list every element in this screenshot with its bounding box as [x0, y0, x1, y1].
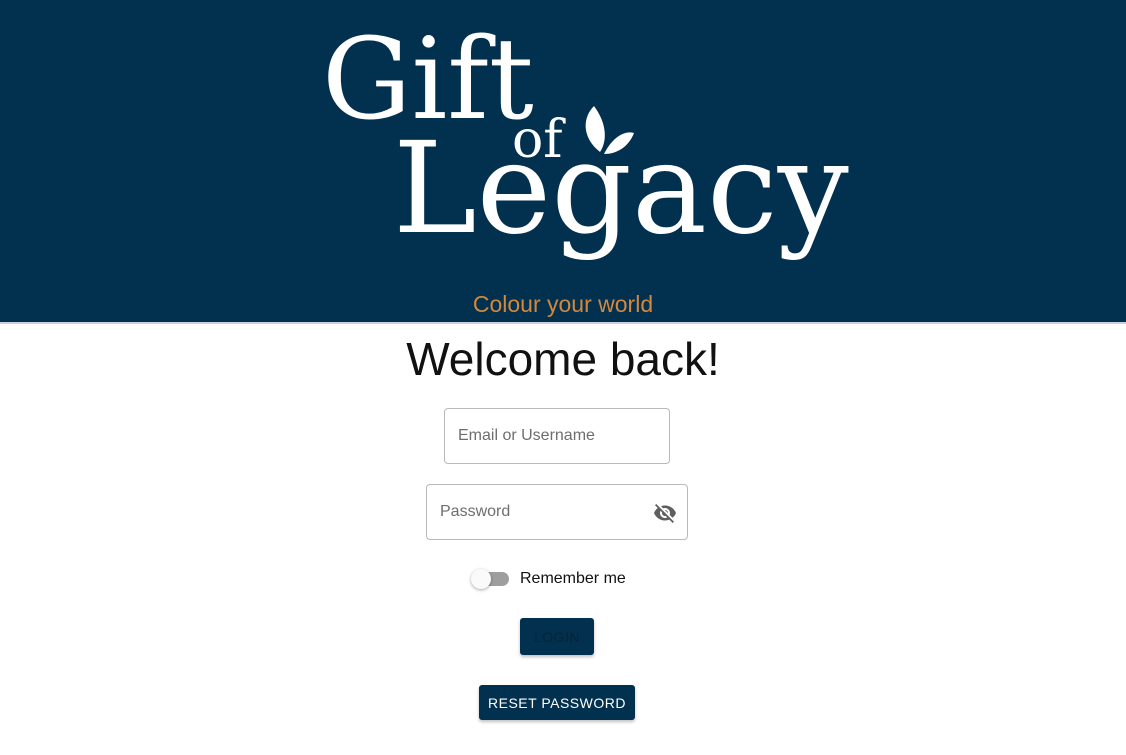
toggle-thumb: [471, 569, 491, 589]
tagline: Colour your world: [472, 291, 654, 317]
gift-of-legacy-logo: Gift of Legacy: [322, 15, 849, 262]
login-button[interactable]: LOGIN: [520, 618, 594, 655]
reset-password-button[interactable]: RESET PASSWORD: [479, 685, 635, 720]
email-field[interactable]: [444, 408, 670, 464]
page-title: Welcome back!: [406, 333, 720, 385]
eye-off-icon[interactable]: [653, 501, 677, 525]
email-input[interactable]: [458, 409, 658, 463]
remember-me-row: Remember me: [469, 566, 626, 592]
remember-me-toggle[interactable]: [469, 566, 509, 592]
password-input[interactable]: [440, 485, 640, 539]
remember-me-label: Remember me: [520, 570, 626, 587]
header-banner: Gift of Legacy Colour your world: [0, 0, 1126, 324]
password-field[interactable]: [426, 484, 688, 540]
